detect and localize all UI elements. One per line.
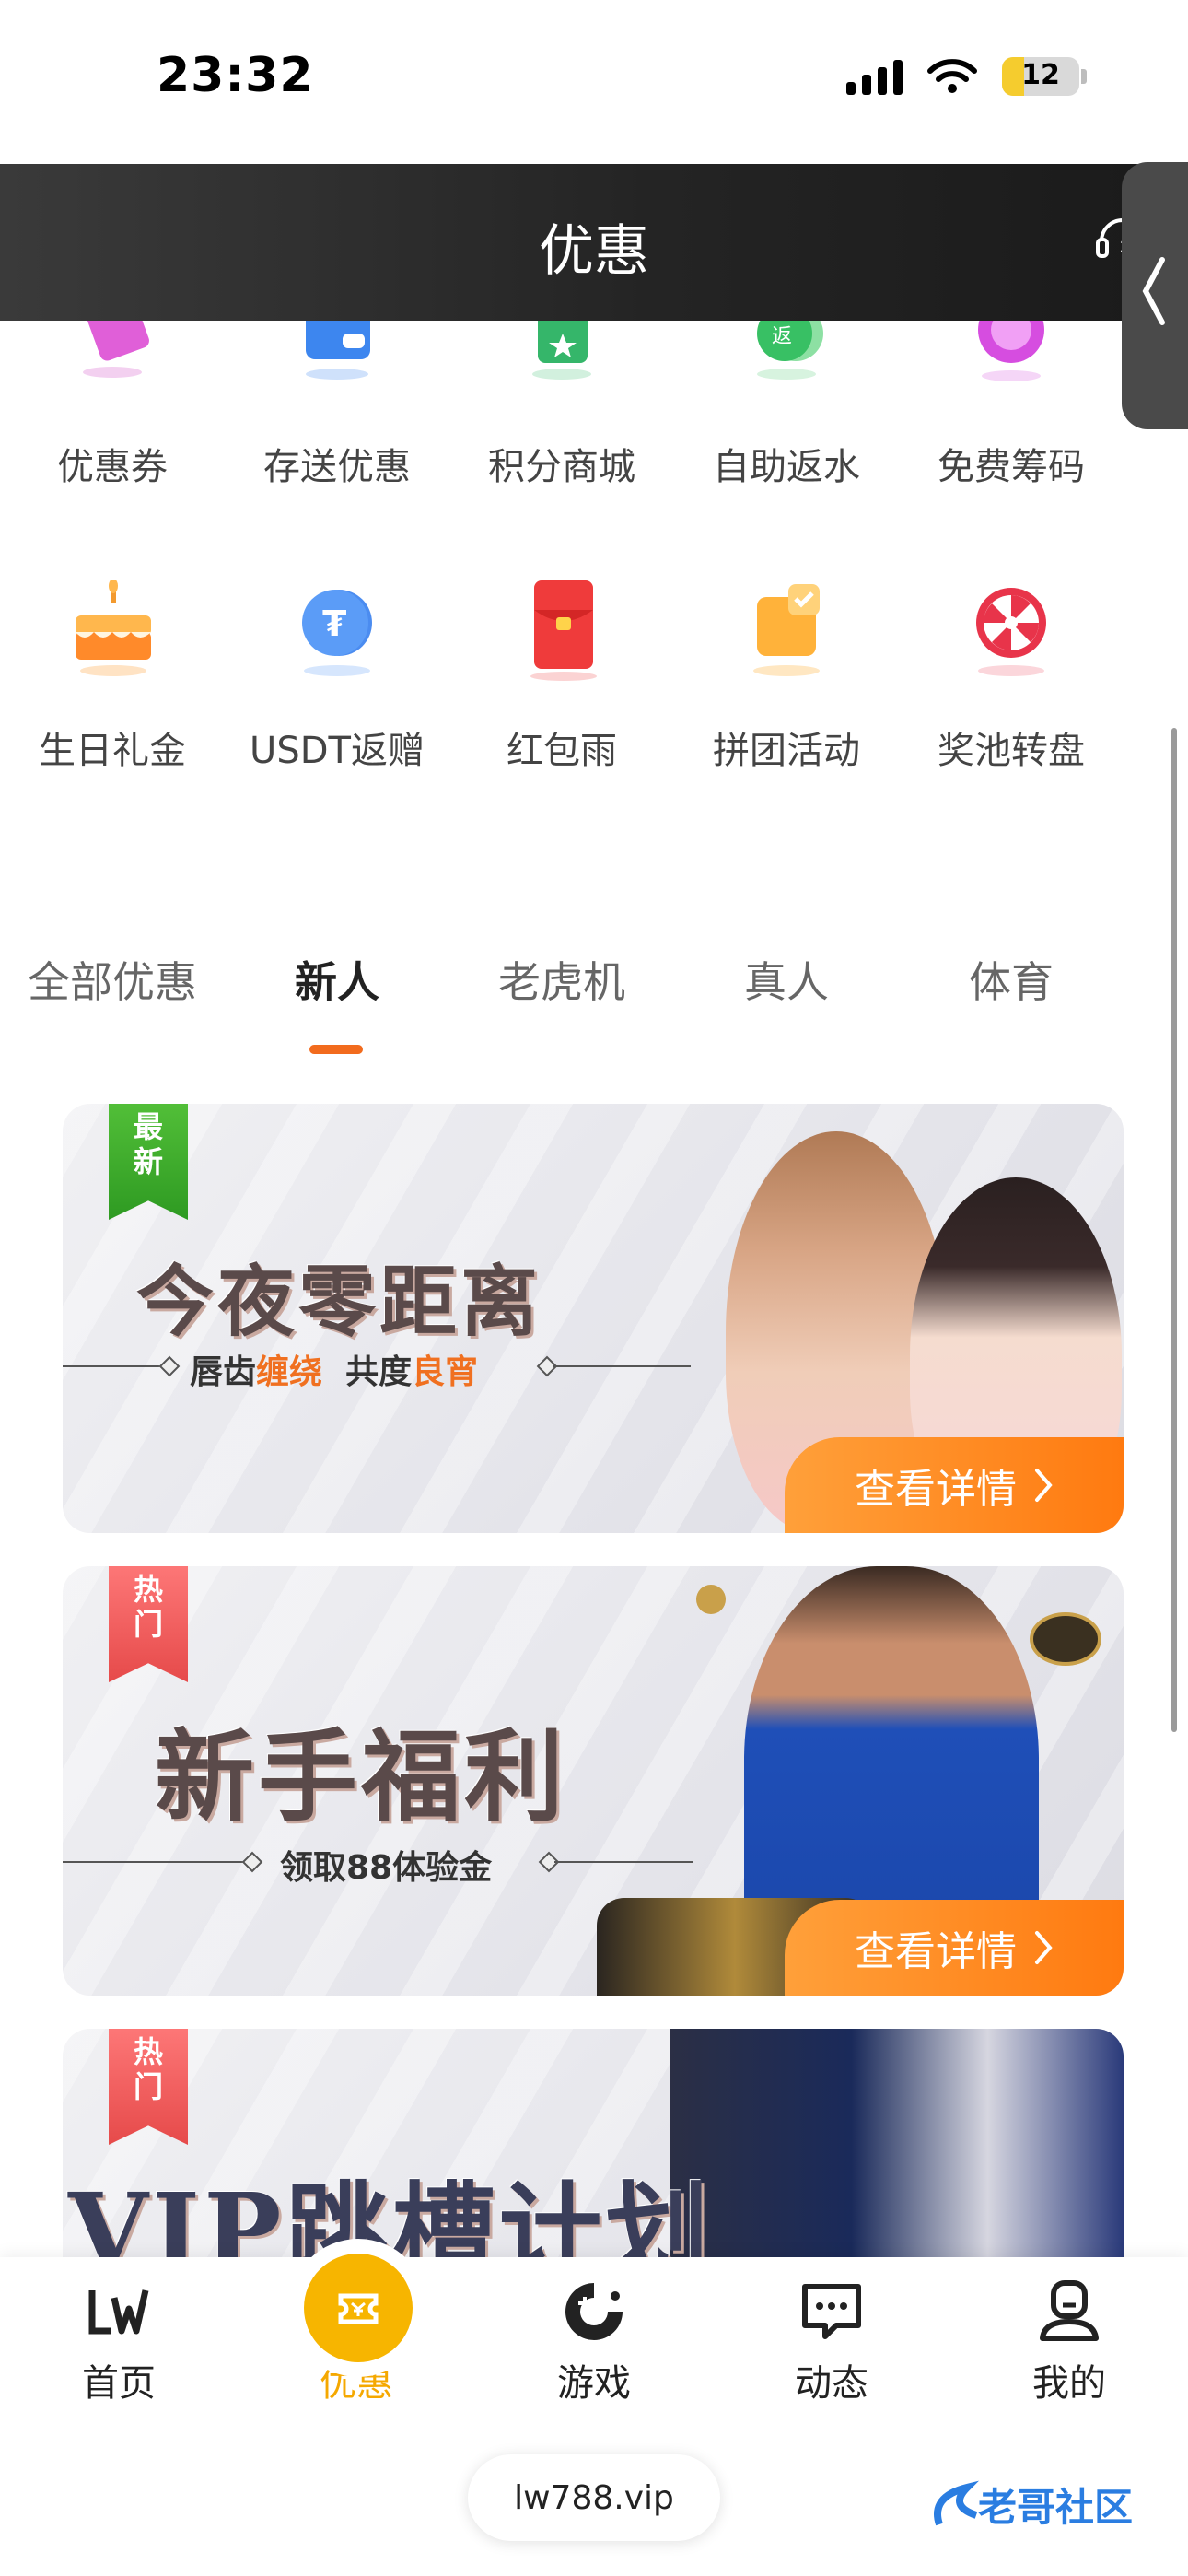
quick-item-usdt-bonus[interactable]: ₮ USDT返赠 xyxy=(225,580,449,774)
watermark-logo: 老哥社区 xyxy=(934,2480,1133,2530)
coupon-icon xyxy=(82,321,149,378)
promo-banner-tonight[interactable]: 最新 今夜零距离 唇齿缠绕 共度良宵 查看详情 xyxy=(63,1104,1124,1533)
rebate-icon: 返 xyxy=(757,321,823,380)
banner-subtitle: 唇齿缠绕 共度良宵 xyxy=(190,1353,479,1391)
category-tabs: 全部优惠 新人 老虎机 真人 体育 xyxy=(0,949,1188,1054)
red-envelope-icon xyxy=(530,580,597,681)
promo-center-button[interactable] xyxy=(304,2254,413,2362)
quick-item-birthday-gift[interactable]: 生日礼金 xyxy=(0,579,225,774)
status-icons: 12 xyxy=(846,57,1087,96)
quick-item-free-chips[interactable]: 免费筹码 xyxy=(899,321,1124,490)
tab-live[interactable]: 真人 xyxy=(674,949,899,1050)
chevron-right-icon xyxy=(1035,1469,1053,1502)
view-details-button[interactable]: 查看详情 xyxy=(785,1900,1124,1996)
usdt-icon: ₮ xyxy=(302,590,372,676)
quick-item-label: 免费筹码 xyxy=(938,446,1085,488)
quick-item-label: 奖池转盘 xyxy=(938,730,1085,772)
banner-subtitle: 领取88体验金 xyxy=(280,1849,493,1887)
quick-item-coupon[interactable]: 优惠券 xyxy=(0,321,225,490)
nav-games[interactable]: 游戏 xyxy=(475,2257,713,2423)
quick-menu-row-1: 优惠券 存送优惠 积分商城 返 自助返水 免费筹码 xyxy=(0,321,1188,490)
battery-icon: 12 xyxy=(1002,57,1079,96)
prize-wheel-icon xyxy=(976,588,1046,676)
quick-item-red-envelope-rain[interactable]: 红包雨 xyxy=(449,580,674,774)
nav-feed[interactable]: 动态 xyxy=(713,2257,950,2423)
quick-item-label: 自助返水 xyxy=(713,446,860,488)
nav-home[interactable]: 首页 xyxy=(0,2257,238,2423)
battery-level: 12 xyxy=(1021,59,1060,91)
svg-text:返: 返 xyxy=(772,325,792,348)
tab-newcomer[interactable]: 新人 xyxy=(225,949,449,1054)
banner-title: 今夜零距离 xyxy=(136,1256,542,1347)
status-bar: 23:32 12 xyxy=(0,0,1188,164)
quick-item-points-store[interactable]: 积分商城 xyxy=(449,321,674,490)
wallet-icon xyxy=(306,321,370,380)
quick-item-label: 生日礼金 xyxy=(39,730,186,772)
wifi-icon xyxy=(927,59,977,93)
birthday-cake-icon xyxy=(76,579,151,676)
quick-item-self-rebate[interactable]: 返 自助返水 xyxy=(674,321,899,490)
game-icon xyxy=(565,2283,623,2340)
promo-banner-newbie[interactable]: 热门 新手福利 领取88体验金 查看详情 xyxy=(63,1566,1124,1996)
quick-menu-row-2: 生日礼金 ₮ USDT返赠 红包雨 拼团活动 奖池转盘 xyxy=(0,579,1188,774)
view-details-button[interactable]: 查看详情 xyxy=(785,1437,1124,1533)
chevron-right-icon xyxy=(1035,1931,1053,1964)
svg-text:₮: ₮ xyxy=(322,603,346,644)
group-buy-icon xyxy=(753,584,820,676)
message-icon xyxy=(802,2284,861,2339)
quick-item-prize-wheel[interactable]: 奖池转盘 xyxy=(899,580,1124,774)
points-store-icon xyxy=(532,321,591,380)
svg-text:老哥社区: 老哥社区 xyxy=(978,2485,1133,2530)
nav-profile[interactable]: 我的 xyxy=(950,2257,1188,2423)
signal-icon xyxy=(846,58,903,95)
side-drawer-handle[interactable] xyxy=(1122,162,1188,429)
page-header: 优惠 24 xyxy=(0,164,1188,321)
quick-item-label: 存送优惠 xyxy=(263,446,411,488)
lw-logo-icon xyxy=(88,2289,149,2335)
quick-item-label: 红包雨 xyxy=(507,730,617,772)
chip-decoration xyxy=(1030,1612,1101,1666)
page-title: 优惠 xyxy=(539,219,649,284)
gold-coin-decoration xyxy=(696,1585,726,1614)
quick-item-label: 拼团活动 xyxy=(713,730,860,772)
quick-item-label: 优惠券 xyxy=(57,446,168,488)
quick-item-deposit-bonus[interactable]: 存送优惠 xyxy=(225,321,449,490)
tab-slots[interactable]: 老虎机 xyxy=(449,949,674,1050)
quick-item-label: 积分商城 xyxy=(488,446,635,488)
chip-icon xyxy=(978,321,1044,381)
scrollbar[interactable] xyxy=(1171,728,1177,1732)
banner-title: 新手福利 xyxy=(155,1719,568,1835)
tab-all-promos[interactable]: 全部优惠 xyxy=(0,949,225,1050)
chevron-left-icon xyxy=(1142,257,1165,325)
ticket-icon xyxy=(338,2293,379,2324)
quick-item-group-buy[interactable]: 拼团活动 xyxy=(674,580,899,774)
profile-icon xyxy=(1040,2280,1099,2341)
tab-sports[interactable]: 体育 xyxy=(899,949,1124,1050)
url-bar[interactable]: lw788.vip xyxy=(468,2454,720,2541)
status-time: 23:32 xyxy=(157,48,314,103)
quick-item-label: USDT返赠 xyxy=(250,730,425,772)
